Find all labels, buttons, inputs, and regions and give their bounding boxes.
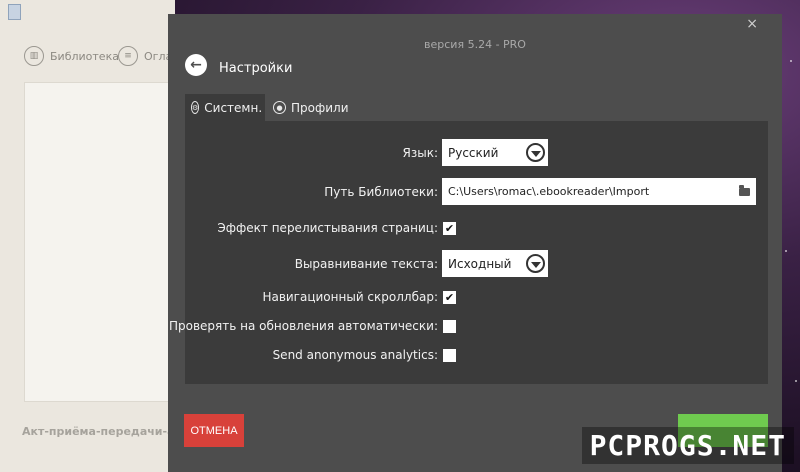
tab-contents[interactable]: ≡ Огла xyxy=(118,46,172,66)
nav-scrollbar-checkbox[interactable]: ✔ xyxy=(443,291,456,304)
auto-update-checkbox[interactable] xyxy=(443,320,456,333)
watermark: PCPROGS.NET xyxy=(581,427,794,464)
gears-icon: ⚙ xyxy=(191,101,200,114)
dialog-title: Настройки xyxy=(219,61,293,76)
star xyxy=(785,250,787,252)
text-align-label: Выравнивание текста: xyxy=(294,257,438,271)
cancel-button[interactable]: ОТМЕНА xyxy=(184,414,244,447)
list-icon: ≡ xyxy=(118,46,138,66)
folder-icon[interactable] xyxy=(739,184,750,196)
profile-icon: ● xyxy=(273,101,286,114)
analytics-label: Send anonymous analytics: xyxy=(272,348,438,362)
analytics-checkbox[interactable] xyxy=(443,349,456,362)
version-label: версия 5.24 - PRO xyxy=(424,38,526,51)
library-path-value: C:\Users\romac\.ebookreader\Import xyxy=(448,185,650,198)
page-flip-checkbox[interactable]: ✔ xyxy=(443,222,456,235)
star xyxy=(790,60,792,62)
back-button[interactable]: ← xyxy=(185,54,207,76)
page-flip-label: Эффект перелистывания страниц: xyxy=(217,221,438,235)
star xyxy=(795,380,797,382)
library-path-label: Путь Библиотеки: xyxy=(324,185,438,199)
tab-profiles[interactable]: ● Профили xyxy=(267,94,355,121)
auto-update-label: Проверять на обновления автоматически: xyxy=(168,319,438,333)
background-app-window: ▥ Библиотека ≡ Огла Акт-приёма-передачи-… xyxy=(0,0,188,472)
text-align-select[interactable]: Исходный xyxy=(442,250,548,277)
tab-library-label: Библиотека xyxy=(50,49,119,63)
tab-profiles-label: Профили xyxy=(291,100,349,115)
library-panel xyxy=(24,82,177,402)
chevron-down-icon xyxy=(526,254,545,273)
library-path-field[interactable]: C:\Users\romac\.ebookreader\Import xyxy=(442,178,756,205)
language-label: Язык: xyxy=(402,146,438,160)
language-select[interactable]: Русский xyxy=(442,139,548,166)
app-icon xyxy=(8,4,21,20)
language-value: Русский xyxy=(448,145,499,160)
tab-system[interactable]: ⚙ Системн. xyxy=(185,94,265,121)
settings-panel: Язык: Русский Путь Библиотеки: C:\Users\… xyxy=(169,121,768,384)
chevron-down-icon xyxy=(526,143,545,162)
nav-scrollbar-label: Навигационный скроллбар: xyxy=(262,290,438,304)
books-icon: ▥ xyxy=(24,46,44,66)
document-title: Акт-приёма-передачи-авт xyxy=(22,425,188,438)
tab-system-label: Системн. xyxy=(204,100,263,115)
back-arrow-icon: ← xyxy=(190,56,202,73)
close-button[interactable]: × xyxy=(746,16,758,32)
settings-dialog: × версия 5.24 - PRO ← Настройки ⚙ Систем… xyxy=(168,14,782,472)
tab-library[interactable]: ▥ Библиотека xyxy=(24,46,119,66)
text-align-value: Исходный xyxy=(448,256,512,271)
